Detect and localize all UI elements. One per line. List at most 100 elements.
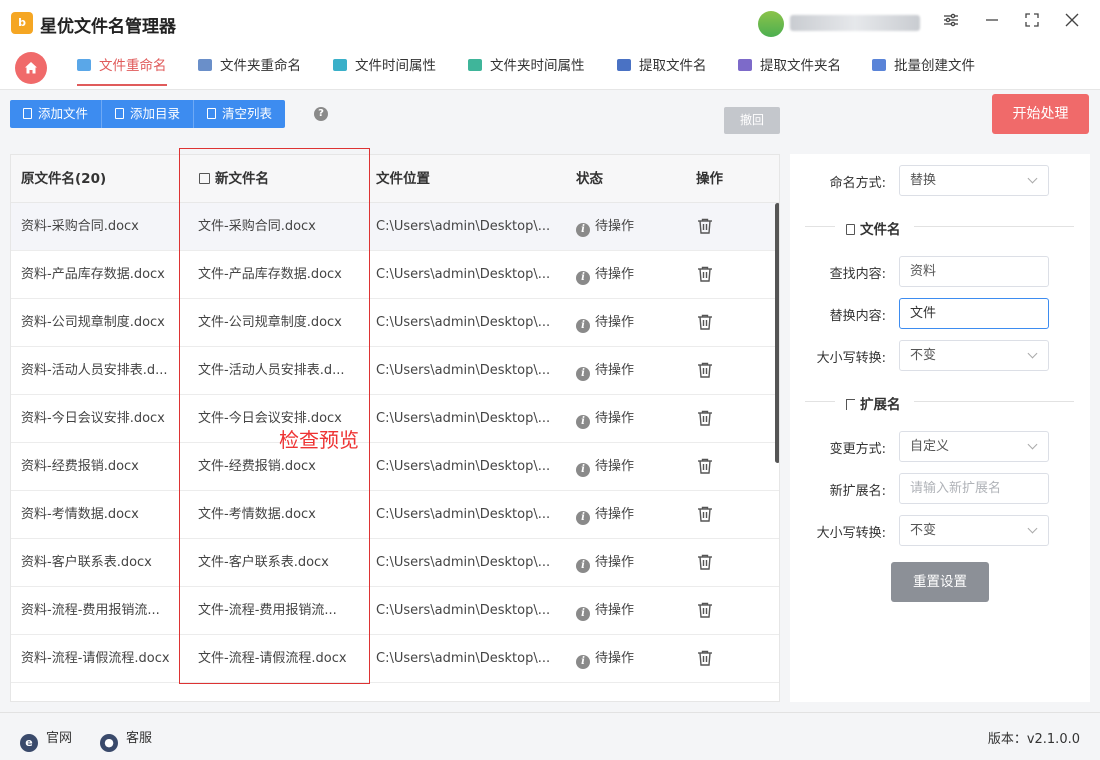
delete-row-icon[interactable] — [696, 265, 714, 287]
info-icon: i — [576, 655, 590, 669]
user-name-blurred[interactable] — [790, 15, 920, 31]
new-extension-input[interactable]: 请输入新扩展名 — [899, 473, 1049, 504]
delete-row-icon[interactable] — [696, 601, 714, 623]
trash-icon — [207, 108, 217, 119]
change-mode-select[interactable]: 自定义 — [899, 431, 1049, 462]
table-scrollbar[interactable] — [775, 203, 779, 463]
undo-button[interactable]: 撤回 — [724, 107, 780, 134]
delete-row-icon[interactable] — [696, 313, 714, 335]
settings-panel: 命名方式: 替换 文件名 查找内容: 资料 替换内容: 文件 大小写转换: 不变… — [790, 154, 1090, 702]
table-row[interactable]: 资料-流程-费用报销流... 文件-流程-费用报销流... C:\Users\adm… — [11, 587, 779, 635]
tab-label: 批量创建文件 — [894, 58, 975, 74]
chat-icon: ● — [100, 734, 118, 752]
find-content-input[interactable]: 资料 — [899, 256, 1049, 287]
delete-row-icon[interactable] — [696, 457, 714, 479]
table-row[interactable]: 资料-客户联系表.docx 文件-客户联系表.docx C:\Users\admin… — [11, 539, 779, 587]
footer: e 官网 ● 客服 版本：v2.1.0.0 — [0, 712, 1100, 760]
file-location-cell: C:\Users\admin\Desktop\... — [376, 267, 551, 282]
home-button[interactable] — [15, 52, 47, 84]
file-table: 原文件名(20) 新文件名 文件位置 状态 操作 资料-采购合同.docx 文件-… — [10, 154, 780, 702]
table-row[interactable]: 资料-流程-请假流程.docx 文件-流程-请假流程.docx C:\Users\a… — [11, 635, 779, 683]
naming-mode-select[interactable]: 替换 — [899, 165, 1049, 196]
clear-list-button[interactable]: 清空列表 — [194, 100, 286, 128]
reset-settings-button[interactable]: 重置设置 — [891, 562, 989, 602]
folder-icon — [115, 108, 125, 119]
info-icon: i — [576, 511, 590, 525]
tab-extract-filename[interactable]: 提取文件名 — [617, 46, 707, 90]
header-original-name[interactable]: 原文件名(20) — [21, 155, 106, 203]
add-file-label: 添加文件 — [38, 106, 89, 121]
status-label: 待操作 — [595, 603, 635, 618]
support-link[interactable]: ● 客服 — [100, 727, 152, 752]
folder-rename-icon — [198, 59, 212, 71]
status-label: 待操作 — [595, 459, 635, 474]
table-row[interactable]: 资料-活动人员安排表.d... 文件-活动人员安排表.d... C:\Users\a… — [11, 347, 779, 395]
case-conversion-select[interactable]: 不变 — [899, 340, 1049, 371]
start-processing-button[interactable]: 开始处理 — [992, 94, 1089, 134]
delete-row-icon[interactable] — [696, 505, 714, 527]
add-directory-label: 添加目录 — [130, 106, 181, 121]
delete-row-icon[interactable] — [696, 361, 714, 383]
tab-extract-foldername[interactable]: 提取文件夹名 — [738, 46, 841, 90]
delete-row-icon[interactable] — [696, 553, 714, 575]
app-logo-icon: b — [11, 12, 33, 34]
status-cell: i 待操作 — [576, 539, 676, 587]
table-row[interactable]: 资料-考情数据.docx 文件-考情数据.docx C:\Users\admin\D… — [11, 491, 779, 539]
filename-section-label: 文件名 — [860, 222, 901, 238]
status-label: 待操作 — [595, 315, 635, 330]
tab-file-time[interactable]: 文件时间属性 — [333, 46, 436, 90]
table-row[interactable]: 资料-产品库存数据.docx 文件-产品库存数据.docx C:\Users\adm… — [11, 251, 779, 299]
table-header: 原文件名(20) 新文件名 文件位置 状态 操作 — [11, 155, 779, 203]
original-filename-cell: 资料-公司规章制度.docx — [21, 315, 165, 330]
title-bar: b 星优文件名管理器 — [0, 0, 1100, 46]
delete-row-icon[interactable] — [696, 649, 714, 671]
original-filename-cell: 资料-经费报销.docx — [21, 459, 139, 474]
original-filename-cell: 资料-采购合同.docx — [21, 219, 139, 234]
document-icon — [846, 224, 855, 235]
ext-case-conversion-value: 不变 — [910, 523, 937, 538]
extension-section-title: 扩展名 — [846, 393, 901, 413]
version-label: 版本：v2.1.0.0 — [987, 732, 1080, 747]
table-row[interactable]: 资料-经费报销.docx 文件-经费报销.docx C:\Users\admin\D… — [11, 443, 779, 491]
add-directory-button[interactable]: 添加目录 — [102, 100, 195, 128]
status-label: 待操作 — [595, 267, 635, 282]
settings-menu-icon[interactable] — [940, 12, 962, 34]
add-file-button[interactable]: 添加文件 — [10, 100, 103, 128]
minimize-icon[interactable] — [981, 12, 1003, 34]
file-location-cell: C:\Users\admin\Desktop\... — [376, 363, 551, 378]
tab-file-rename[interactable]: 文件重命名 — [77, 46, 167, 90]
case-conversion-value: 不变 — [910, 348, 937, 363]
extract-foldername-icon — [738, 59, 752, 71]
website-link[interactable]: e 官网 — [20, 727, 72, 752]
maximize-icon[interactable] — [1021, 12, 1043, 34]
chevron-down-icon — [1027, 173, 1038, 184]
info-icon: i — [576, 559, 590, 573]
original-filename-cell: 资料-客户联系表.docx — [21, 555, 152, 570]
replace-content-input[interactable]: 文件 — [899, 298, 1049, 329]
tab-folder-rename[interactable]: 文件夹重命名 — [198, 46, 301, 90]
file-location-cell: C:\Users\admin\Desktop\... — [376, 651, 551, 666]
close-icon[interactable] — [1061, 12, 1083, 34]
status-cell: i 待操作 — [576, 491, 676, 539]
delete-row-icon[interactable] — [696, 217, 714, 239]
header-status[interactable]: 状态 — [576, 155, 603, 203]
table-row[interactable]: 资料-采购合同.docx 文件-采购合同.docx C:\Users\admin\D… — [11, 203, 779, 251]
user-avatar[interactable] — [758, 11, 784, 37]
replace-content-label: 替换内容: — [829, 309, 886, 324]
website-icon: e — [20, 734, 38, 752]
table-row[interactable]: 资料-今日会议安排.docx 文件-今日会议安排.docx C:\Users\adm… — [11, 395, 779, 443]
original-filename-cell: 资料-考情数据.docx — [21, 507, 139, 522]
find-content-label: 查找内容: — [829, 267, 886, 282]
status-cell: i 待操作 — [576, 395, 676, 443]
delete-row-icon[interactable] — [696, 409, 714, 431]
original-filename-cell: 资料-产品库存数据.docx — [21, 267, 165, 282]
tab-folder-time[interactable]: 文件夹时间属性 — [468, 46, 585, 90]
tab-batch-create[interactable]: 批量创建文件 — [872, 46, 975, 90]
header-location[interactable]: 文件位置 — [376, 155, 430, 203]
tab-label: 文件夹重命名 — [220, 58, 301, 74]
main-tabs: 文件重命名 文件夹重命名 文件时间属性 文件夹时间属性 提取文件名 提取文件夹名… — [0, 46, 1100, 90]
status-label: 待操作 — [595, 555, 635, 570]
table-row[interactable]: 资料-公司规章制度.docx 文件-公司规章制度.docx C:\Users\adm… — [11, 299, 779, 347]
help-icon[interactable]: ? — [314, 107, 328, 121]
ext-case-conversion-select[interactable]: 不变 — [899, 515, 1049, 546]
